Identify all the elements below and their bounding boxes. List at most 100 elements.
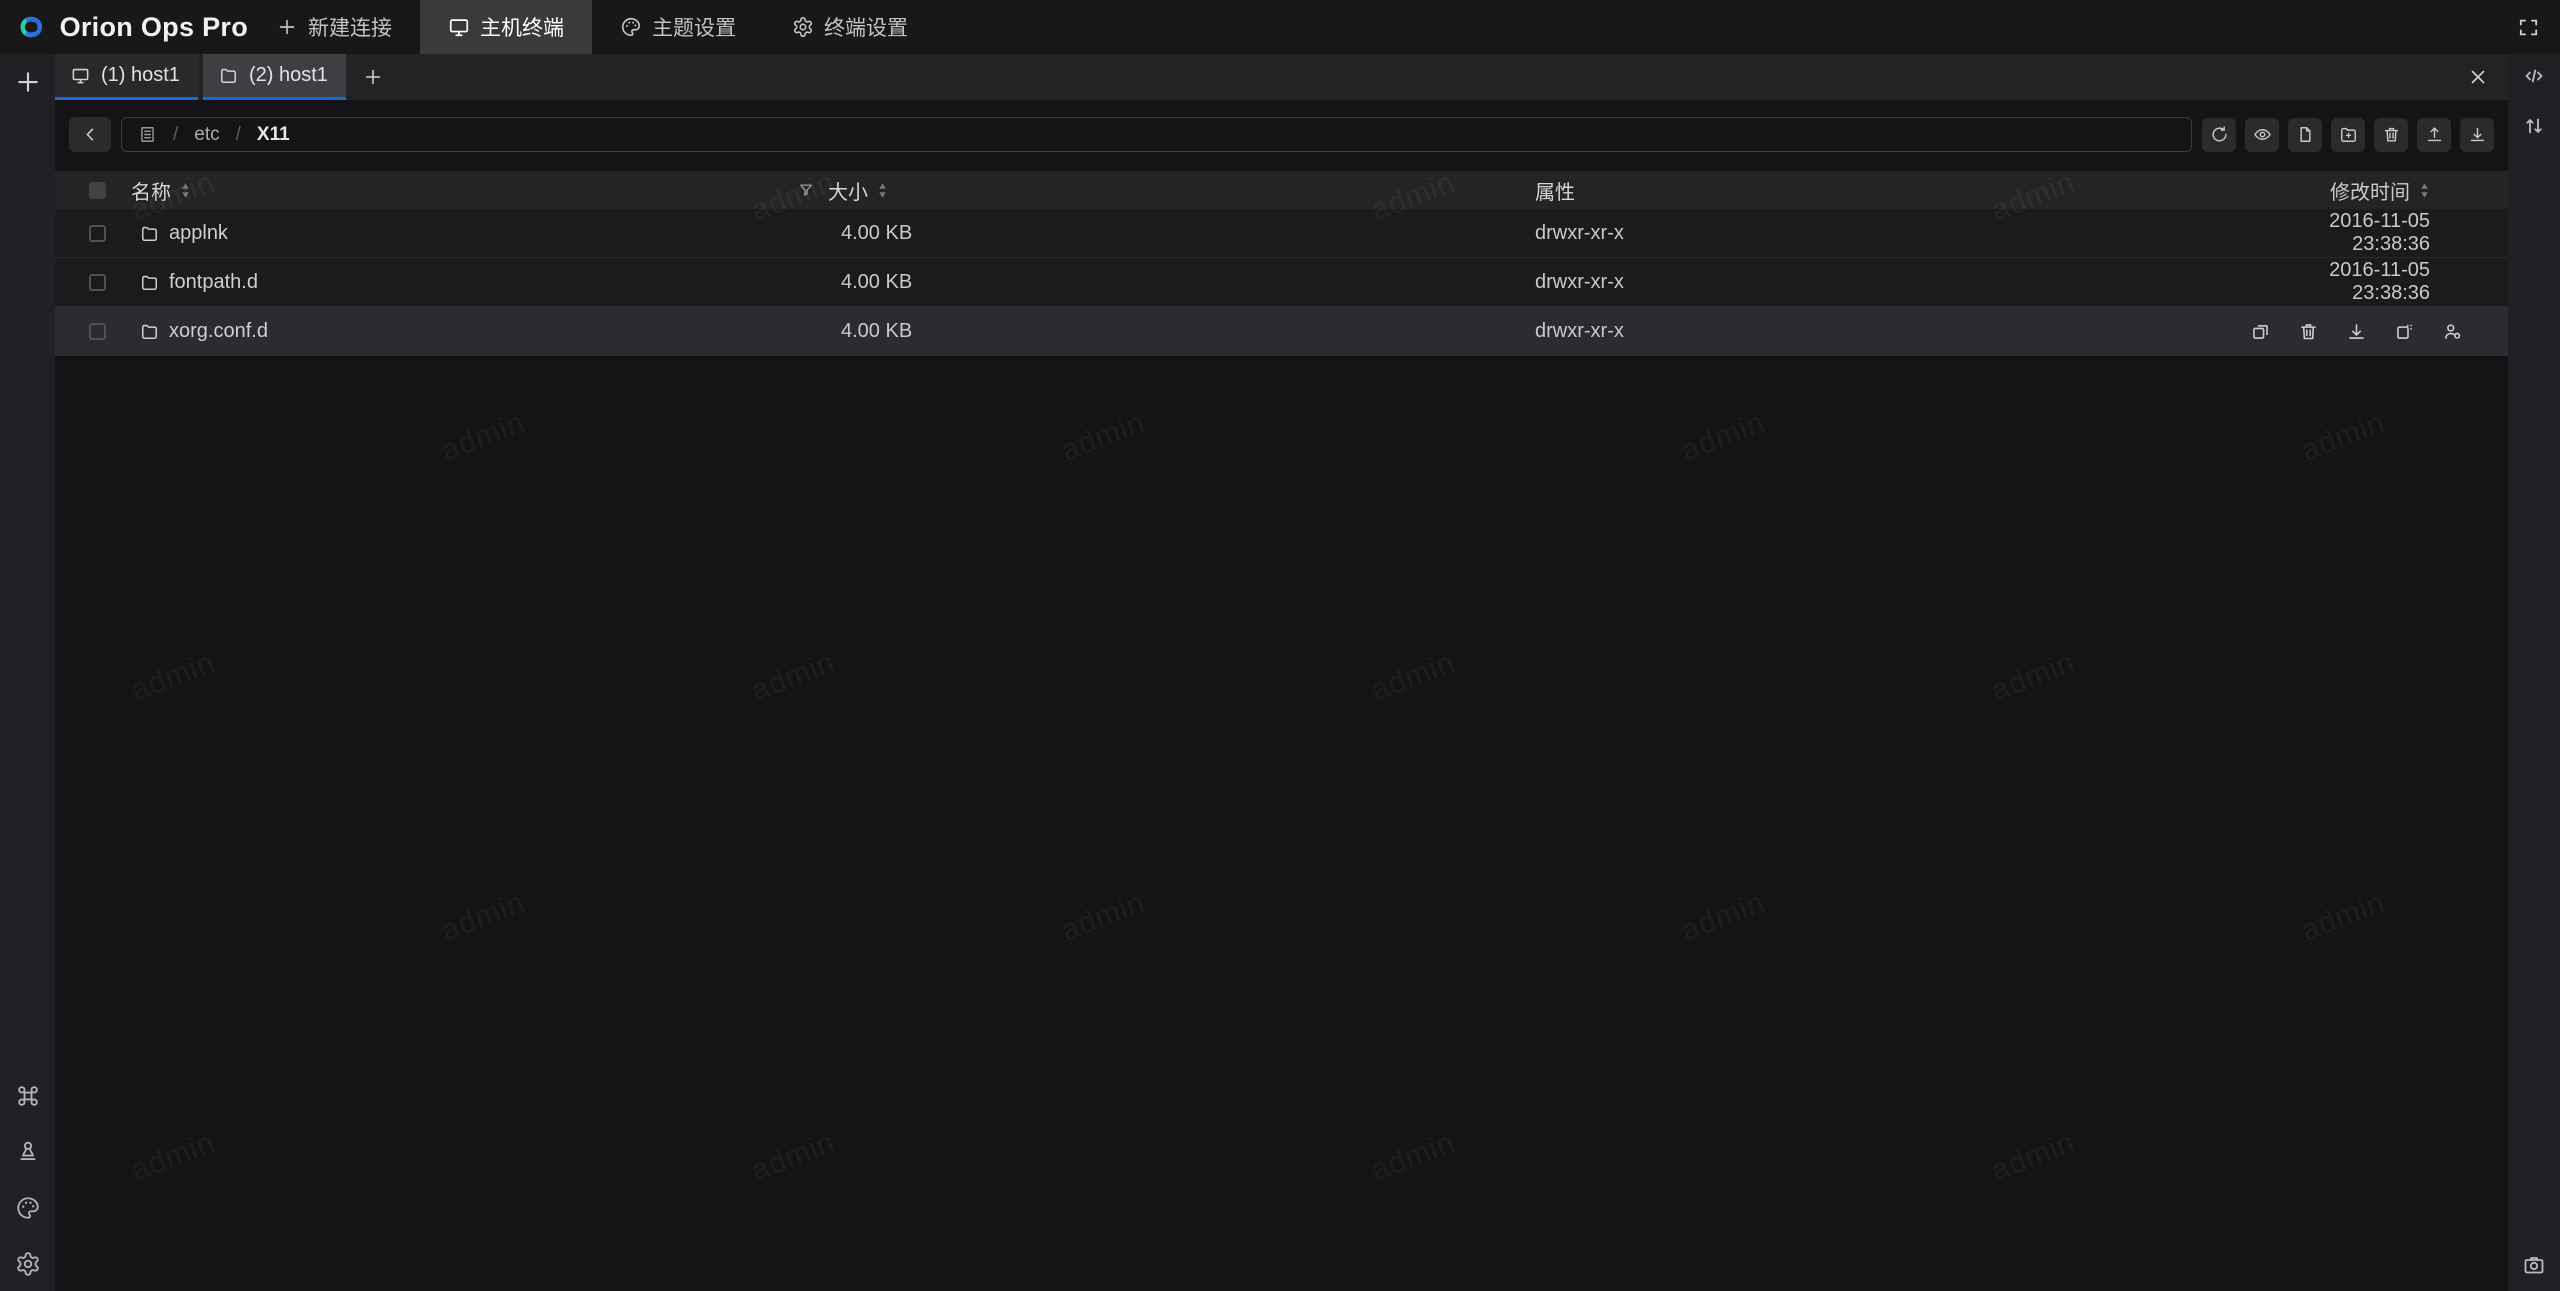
file-mtime: 2016-11-05 23:38:36 bbox=[2250, 259, 2508, 305]
session-tab-bar: (1) host1 (2) host1 bbox=[55, 54, 2508, 100]
breadcrumb-separator: / bbox=[236, 124, 241, 146]
plus-icon bbox=[362, 66, 384, 88]
breadcrumb-segment-etc[interactable]: etc bbox=[194, 124, 219, 146]
refresh-icon bbox=[2210, 125, 2229, 144]
close-tab-button[interactable] bbox=[2458, 54, 2498, 100]
code-panel-button[interactable] bbox=[2522, 64, 2546, 88]
file-name: xorg.conf.d bbox=[169, 320, 268, 343]
table-row[interactable]: xorg.conf.d 4.00 KB drwxr-xr-x bbox=[55, 307, 2508, 356]
breadcrumb-segment-current: X11 bbox=[257, 124, 290, 146]
breadcrumb-separator: / bbox=[173, 124, 178, 146]
menu-item-label: 主题设置 bbox=[652, 12, 736, 42]
monitor-icon bbox=[448, 16, 470, 38]
screenshot-button[interactable] bbox=[2522, 1253, 2546, 1277]
table-row[interactable]: applnk 4.00 KB drwxr-xr-x 2016-11-05 23:… bbox=[55, 209, 2508, 258]
refresh-button[interactable] bbox=[2202, 118, 2236, 152]
path-bar: / etc / X11 bbox=[69, 117, 2494, 152]
file-icon bbox=[2296, 125, 2315, 144]
sort-carets-icon bbox=[2419, 182, 2430, 199]
app-title: Orion Ops Pro bbox=[60, 12, 248, 43]
row-checkbox[interactable] bbox=[89, 323, 106, 340]
file-size: 4.00 KB bbox=[795, 320, 1535, 343]
move-button[interactable] bbox=[2394, 321, 2415, 342]
column-label: 大小 bbox=[828, 176, 868, 205]
menu-item-theme-settings[interactable]: 主题设置 bbox=[592, 0, 764, 54]
sidebar-command-button[interactable] bbox=[15, 1083, 41, 1109]
folder-plus-icon bbox=[2339, 125, 2358, 144]
sidebar-new-button[interactable] bbox=[8, 62, 48, 102]
column-label: 名称 bbox=[131, 176, 171, 205]
tab-host1-files[interactable]: (2) host1 bbox=[203, 54, 346, 100]
sort-carets-icon bbox=[877, 182, 888, 199]
column-header-size[interactable]: 大小 bbox=[828, 176, 888, 205]
new-file-button[interactable] bbox=[2288, 118, 2322, 152]
trash-icon bbox=[2298, 321, 2319, 342]
fullscreen-button[interactable] bbox=[2517, 16, 2540, 39]
folder-icon bbox=[140, 322, 159, 341]
folder-icon bbox=[219, 66, 238, 85]
sidebar-stamp-button[interactable] bbox=[15, 1139, 41, 1165]
menu-item-terminal-settings[interactable]: 终端设置 bbox=[764, 0, 936, 54]
tab-host1-terminal[interactable]: (1) host1 bbox=[55, 54, 198, 100]
code-icon bbox=[2522, 64, 2546, 88]
row-checkbox[interactable] bbox=[89, 225, 106, 242]
palette-icon bbox=[620, 16, 642, 38]
user-group-icon bbox=[2442, 321, 2463, 342]
new-folder-button[interactable] bbox=[2331, 118, 2365, 152]
camera-icon bbox=[2522, 1253, 2546, 1277]
owner-button[interactable] bbox=[2442, 321, 2463, 342]
file-attr: drwxr-xr-x bbox=[1535, 222, 2250, 245]
close-icon bbox=[2467, 66, 2489, 88]
breadcrumb: / etc / X11 bbox=[121, 117, 2192, 152]
file-size: 4.00 KB bbox=[795, 271, 1535, 294]
left-sidebar bbox=[0, 54, 55, 1291]
select-all-checkbox[interactable] bbox=[89, 182, 106, 199]
table-row[interactable]: fontpath.d 4.00 KB drwxr-xr-x 2016-11-05… bbox=[55, 258, 2508, 307]
tab-label: (2) host1 bbox=[249, 64, 328, 87]
eye-icon bbox=[2253, 125, 2272, 144]
new-tab-button[interactable] bbox=[351, 54, 395, 100]
menu-item-label: 新建连接 bbox=[308, 12, 392, 42]
menu-item-new-connection[interactable]: 新建连接 bbox=[248, 0, 420, 54]
download-button[interactable] bbox=[2346, 321, 2367, 342]
folder-icon bbox=[140, 224, 159, 243]
directory-list-icon[interactable] bbox=[138, 125, 157, 144]
delete-button[interactable] bbox=[2298, 321, 2319, 342]
download-button[interactable] bbox=[2460, 118, 2494, 152]
column-header-mtime[interactable]: 修改时间 bbox=[2330, 176, 2430, 205]
transfer-list-button[interactable] bbox=[2522, 114, 2546, 138]
copy-button[interactable] bbox=[2250, 321, 2271, 342]
chevron-left-icon bbox=[81, 125, 100, 144]
command-icon bbox=[15, 1083, 41, 1109]
row-checkbox[interactable] bbox=[89, 274, 106, 291]
sort-carets-icon bbox=[180, 182, 191, 199]
file-name: fontpath.d bbox=[169, 271, 258, 294]
top-menu: 新建连接 主机终端 主题设置 终端设置 bbox=[248, 0, 936, 54]
trash-icon bbox=[2382, 125, 2401, 144]
row-actions bbox=[2250, 321, 2529, 342]
download-icon bbox=[2346, 321, 2367, 342]
sidebar-theme-button[interactable] bbox=[15, 1195, 41, 1221]
delete-button[interactable] bbox=[2374, 118, 2408, 152]
column-header-name[interactable]: 名称 bbox=[131, 176, 191, 205]
sidebar-settings-button[interactable] bbox=[15, 1251, 41, 1277]
gear-icon bbox=[15, 1251, 41, 1277]
plus-icon bbox=[276, 16, 298, 38]
top-bar: Orion Ops Pro 新建连接 主机终端 主题设置 终端设置 bbox=[0, 0, 2560, 54]
monitor-icon bbox=[71, 66, 90, 85]
stamp-icon bbox=[15, 1139, 41, 1165]
menu-item-label: 主机终端 bbox=[480, 12, 564, 42]
preview-button[interactable] bbox=[2245, 118, 2279, 152]
move-icon bbox=[2394, 321, 2415, 342]
copy-icon bbox=[2250, 321, 2271, 342]
filter-icon[interactable] bbox=[797, 181, 815, 199]
tab-label: (1) host1 bbox=[101, 64, 180, 87]
upload-button[interactable] bbox=[2417, 118, 2451, 152]
file-size: 4.00 KB bbox=[795, 222, 1535, 245]
menu-item-host-terminal[interactable]: 主机终端 bbox=[420, 0, 592, 54]
download-icon bbox=[2468, 125, 2487, 144]
column-label: 修改时间 bbox=[2330, 176, 2410, 205]
back-button[interactable] bbox=[69, 117, 111, 152]
file-name: applnk bbox=[169, 222, 228, 245]
table-header: 名称 大小 bbox=[55, 171, 2508, 209]
